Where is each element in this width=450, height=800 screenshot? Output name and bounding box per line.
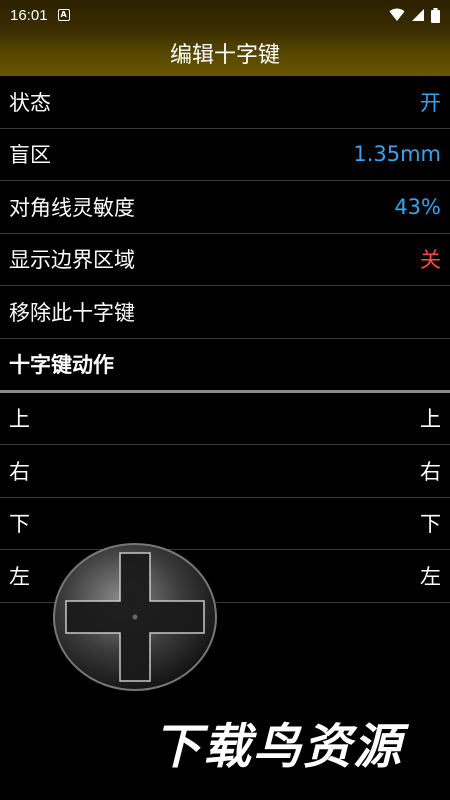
action-label: 上 [9, 407, 30, 432]
settings-list: 状态 开 盲区 1.35mm 对角线灵敏度 43% 显示边界区域 关 移除此十字… [0, 76, 450, 603]
setting-label: 移除此十字键 [9, 300, 135, 325]
watermark-logo: 下载鸟资源 [152, 719, 403, 775]
action-value: 上 [420, 407, 441, 432]
action-label: 右 [9, 459, 30, 484]
action-label: 下 [9, 512, 30, 537]
remove-dpad-button[interactable]: 移除此十字键 [0, 286, 450, 339]
setting-row-diagonal-sensitivity[interactable]: 对角线灵敏度 43% [0, 181, 450, 234]
section-header-dpad-actions: 十字键动作 [0, 339, 450, 393]
wifi-icon [389, 8, 405, 21]
status-bar: 16:01 A [0, 0, 450, 30]
action-row-right[interactable]: 右 右 [0, 445, 450, 498]
page-title: 编辑十字键 [169, 43, 280, 68]
action-value: 左 [420, 564, 441, 589]
setting-value: 43% [394, 194, 441, 219]
dpad-preview[interactable] [52, 543, 218, 691]
notification-icon: A [57, 9, 70, 21]
setting-row-show-boundary[interactable]: 显示边界区域 关 [0, 234, 450, 286]
status-time: 16:01 [10, 6, 48, 24]
app-bar: 编辑十字键 [0, 30, 450, 76]
action-row-up[interactable]: 上 上 [0, 393, 450, 445]
signal-icon [412, 9, 424, 21]
setting-row-state[interactable]: 状态 开 [0, 76, 450, 129]
setting-row-deadzone[interactable]: 盲区 1.35mm [0, 129, 450, 181]
setting-value: 1.35mm [353, 142, 441, 167]
setting-label: 状态 [9, 90, 51, 115]
action-label: 左 [9, 564, 30, 589]
battery-icon [431, 7, 440, 23]
status-icons [389, 7, 440, 23]
setting-value: 开 [420, 90, 441, 115]
action-value: 右 [420, 459, 441, 484]
section-title: 十字键动作 [9, 353, 114, 377]
setting-label: 对角线灵敏度 [9, 195, 135, 220]
setting-label: 显示边界区域 [9, 248, 135, 273]
action-value: 下 [420, 512, 441, 537]
setting-label: 盲区 [9, 143, 51, 168]
setting-value: 关 [420, 248, 441, 273]
